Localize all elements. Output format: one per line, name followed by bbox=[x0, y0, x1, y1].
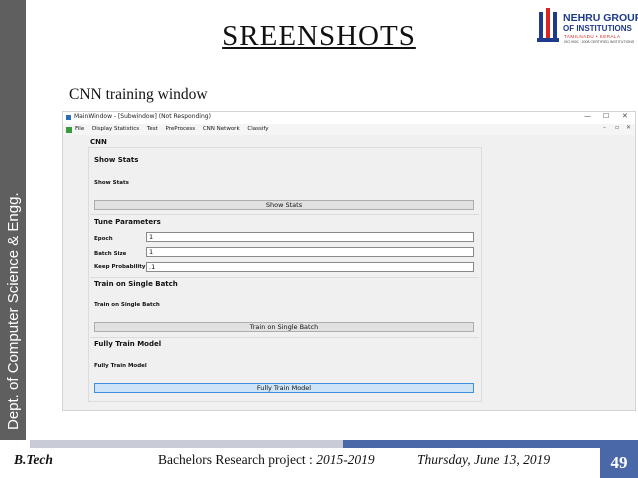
divider bbox=[90, 214, 479, 215]
epoch-label: Epoch bbox=[94, 236, 113, 242]
window-title: MainWindow - [Subwindow] (Not Responding… bbox=[74, 113, 211, 120]
batch-size-label: Batch Size bbox=[94, 251, 127, 257]
cnn-group-title: CNN bbox=[90, 138, 107, 146]
slide-caption: CNN training window bbox=[69, 86, 208, 103]
keep-probability-label: Keep Probability bbox=[94, 264, 146, 270]
single-batch-label: Train on Single Batch bbox=[94, 302, 160, 308]
footer-date: Thursday, June 13, 2019 bbox=[417, 452, 551, 467]
menu-cnn-network[interactable]: CNN Network bbox=[203, 126, 240, 132]
app-icon bbox=[66, 115, 71, 120]
footer-degree: B.Tech bbox=[14, 452, 53, 467]
minimize-button[interactable]: — bbox=[584, 112, 591, 120]
footer-bar-dark bbox=[343, 440, 638, 448]
menu-file[interactable]: File bbox=[75, 126, 84, 132]
tune-parameters-section-title: Tune Parameters bbox=[94, 218, 161, 226]
main-window: MainWindow - [Subwindow] (Not Responding… bbox=[62, 111, 636, 411]
subwindow-close-button[interactable]: ✕ bbox=[626, 124, 631, 131]
subwindow-minimize-button[interactable]: – bbox=[603, 124, 606, 131]
subwindow-restore-button[interactable]: ▫ bbox=[615, 124, 619, 131]
footer-project-text: Bachelors Research project : bbox=[158, 452, 317, 467]
logo-line-2: OF INSTITUTIONS bbox=[563, 24, 632, 33]
institution-logo: NEHRU GROUP OF INSTITUTIONS TAMILNADU • … bbox=[533, 6, 638, 48]
menu-bar: File Display Statistics Test PreProcess … bbox=[63, 124, 635, 135]
show-stats-section-title: Show Stats bbox=[94, 156, 139, 164]
fully-train-label: Fully Train Model bbox=[94, 363, 147, 369]
logo-line-4: ISO 9001 : 2008 CERTIFIED INSTITUTIONS bbox=[564, 40, 635, 44]
maximize-button[interactable]: ☐ bbox=[603, 112, 609, 120]
footer-bar-light bbox=[30, 440, 343, 448]
epoch-input[interactable]: 1 bbox=[146, 232, 474, 242]
window-titlebar[interactable]: MainWindow - [Subwindow] (Not Responding… bbox=[63, 112, 635, 124]
train-single-batch-button[interactable]: Train on Single Batch bbox=[94, 322, 474, 332]
footer-project: Bachelors Research project : 2015-2019 bbox=[158, 452, 375, 468]
cnn-group bbox=[88, 147, 482, 402]
batch-size-input[interactable]: 1 bbox=[146, 247, 474, 257]
logo-line-1: NEHRU GROUP bbox=[563, 12, 638, 24]
fully-train-model-button[interactable]: Fully Train Model bbox=[94, 383, 474, 393]
slide-sidebar: Dept. of Computer Science & Engg. bbox=[0, 0, 26, 440]
keep-probability-input[interactable]: .1 bbox=[146, 262, 474, 272]
menu-display-statistics[interactable]: Display Statistics bbox=[92, 126, 139, 132]
menu-preprocess[interactable]: PreProcess bbox=[165, 126, 195, 132]
logo-emblem-icon bbox=[537, 8, 559, 42]
show-stats-button[interactable]: Show Stats bbox=[94, 200, 474, 210]
app-menu-icon[interactable] bbox=[66, 127, 72, 133]
single-batch-section-title: Train on Single Batch bbox=[94, 280, 178, 288]
department-label: Dept. of Computer Science & Engg. bbox=[5, 192, 22, 430]
fully-train-section-title: Fully Train Model bbox=[94, 340, 162, 348]
close-button[interactable]: ✕ bbox=[622, 112, 628, 120]
divider bbox=[90, 337, 479, 338]
show-stats-label: Show Stats bbox=[94, 180, 129, 186]
logo-line-3: TAMILNADU • KERALA bbox=[564, 34, 621, 39]
menu-classify[interactable]: Classify bbox=[247, 126, 268, 132]
menu-test[interactable]: Test bbox=[147, 126, 158, 132]
divider bbox=[90, 277, 479, 278]
footer-project-years: 2015-2019 bbox=[316, 452, 375, 467]
page-number: 49 bbox=[600, 448, 638, 478]
